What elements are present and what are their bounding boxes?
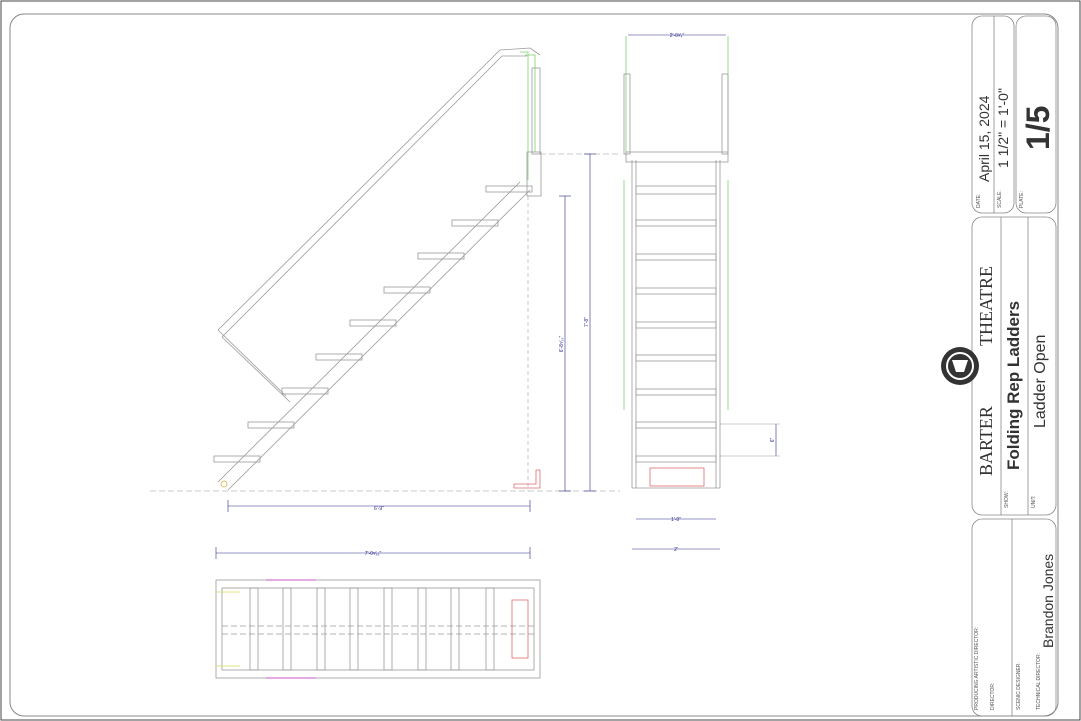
dim-front-inner-width: 1'-9" (671, 517, 681, 523)
tb-company-word2: THEATRE (976, 266, 996, 346)
dim-side-total: 7'-8" (584, 317, 590, 327)
tb-director-label: DIRECTOR: (990, 682, 996, 710)
tb-unit-label: UNIT: (1031, 495, 1037, 509)
dim-front-top-width: 2'-0³⁄₄" (670, 33, 685, 39)
tb-show-label: SHOW: (1004, 491, 1010, 508)
dim-front-outer-width: 2' (674, 547, 678, 553)
barter-theatre-logo-icon (941, 347, 979, 385)
tb-scale-label: SCALE: (997, 190, 1003, 208)
sheet-border (0, 0, 1081, 721)
tb-company-word1: BARTER (976, 406, 996, 476)
dim-front-step-spacing: 6" (770, 438, 776, 443)
tb-technical-director-label: TECHNICAL DIRECTOR: (1036, 653, 1042, 710)
tb-scenic-designer-label: SCENIC DESIGNER: (1016, 662, 1022, 710)
tb-show: Folding Rep Ladders (1004, 300, 1023, 470)
tb-date-label: DATE: (976, 193, 982, 208)
tb-date: April 15, 2024 (976, 95, 992, 182)
dim-side-rise: 6'-8⁵⁄₁₆" (559, 335, 565, 352)
tb-unit: Ladder Open (1032, 334, 1049, 428)
tb-plate-label: PLATE: (1019, 191, 1025, 208)
tb-technical-director: Brandon Jones (1040, 553, 1056, 648)
tb-scale: 1 1/2" = 1'-0" (995, 88, 1011, 168)
dim-plan-length: 7'-0⁵⁄₁₆" (365, 551, 382, 557)
tb-producing-ad-label: PRODUCING ARTISTIC DIRECTOR: (974, 626, 980, 710)
dim-side-width: 6'-9" (374, 506, 384, 512)
drawing-sheet: 6'-9" 6'-8⁵⁄₁₆" 7'-8" 2'-0³⁄₄" 1'-9" 2' … (0, 0, 1081, 721)
tb-plate: 1/5 (1020, 105, 1056, 150)
